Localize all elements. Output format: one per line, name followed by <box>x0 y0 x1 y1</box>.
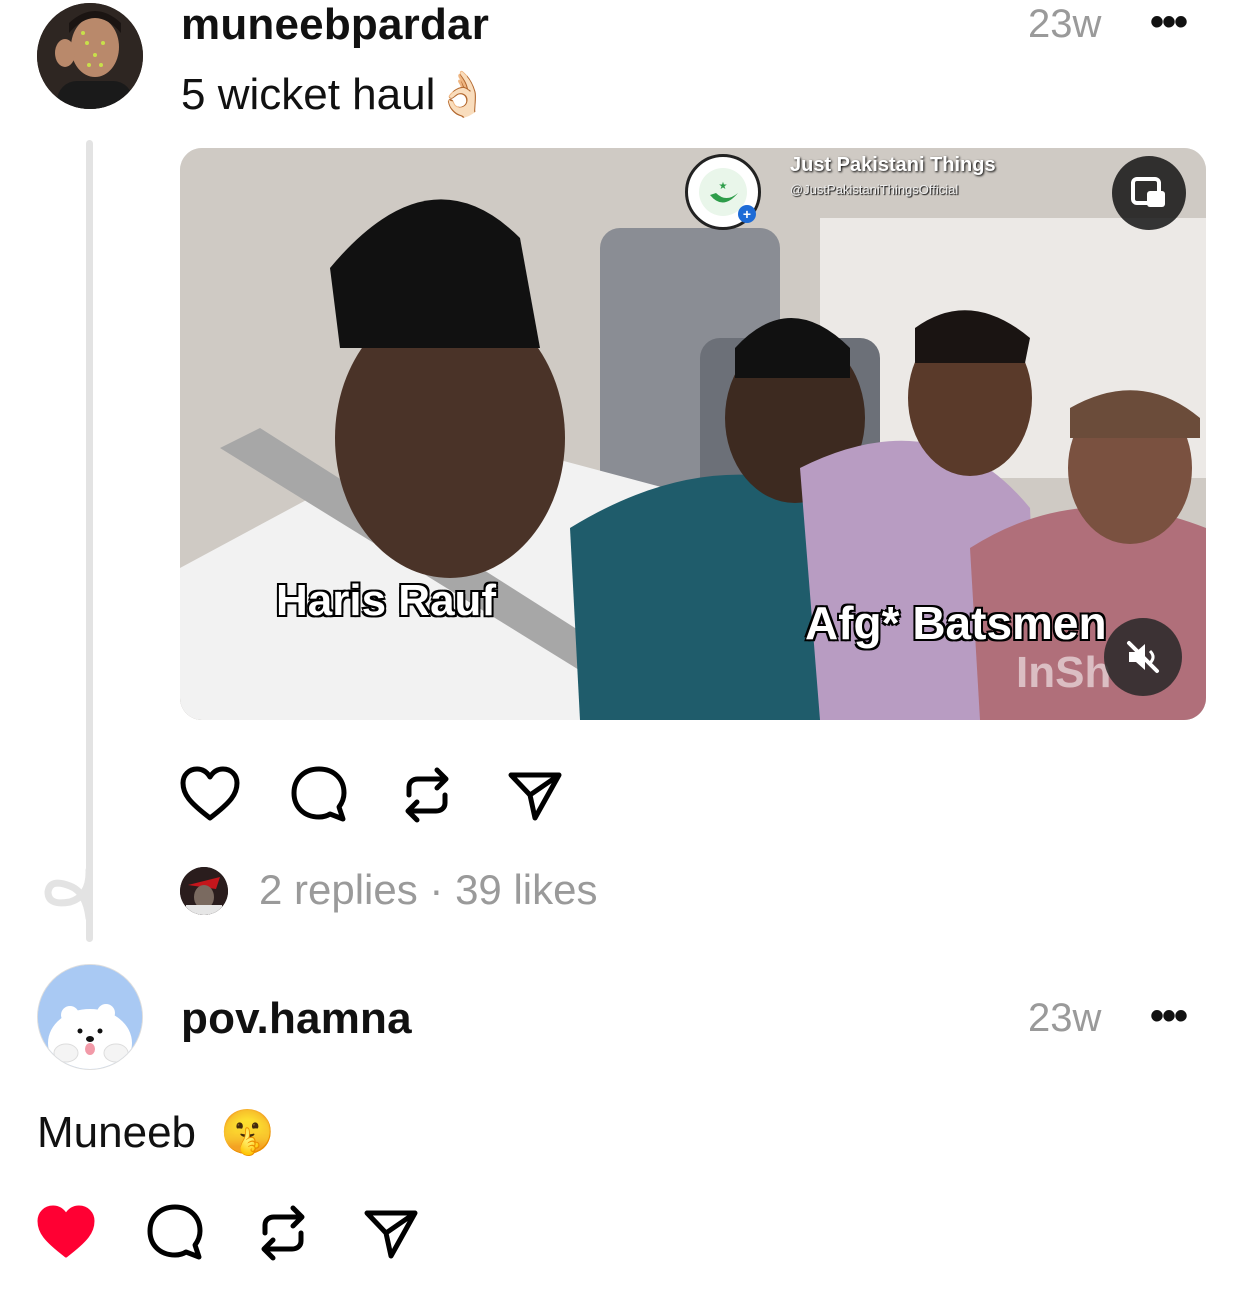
filled-heart-icon <box>37 1205 95 1258</box>
video-label-right: Afg* Batsmen <box>804 596 1108 650</box>
reply-like-button[interactable] <box>34 1200 98 1264</box>
share-icon <box>508 772 562 821</box>
post-timestamp: 23w <box>1028 2 1102 46</box>
repost-icon <box>405 767 449 823</box>
reply-more-options-icon[interactable]: ••• <box>1150 994 1188 1039</box>
comment-button[interactable] <box>287 762 351 826</box>
share-button[interactable] <box>504 764 566 826</box>
video-label-left: Haris Rauf <box>275 575 497 626</box>
svg-text:★: ★ <box>719 181 728 192</box>
muted-speaker-icon <box>1127 641 1159 673</box>
reply-share-button[interactable] <box>360 1202 422 1264</box>
reply-author-username[interactable]: pov.hamna <box>181 994 412 1044</box>
comment-icon <box>147 1204 203 1260</box>
comment-icon <box>291 766 347 822</box>
reply-comment-button[interactable] <box>143 1200 207 1264</box>
reply-repost-button[interactable] <box>252 1202 314 1264</box>
author-avatar[interactable] <box>37 3 143 109</box>
share-icon <box>364 1210 418 1259</box>
picture-in-picture-button[interactable] <box>1112 156 1186 230</box>
repost-icon <box>261 1205 305 1261</box>
watermark-handle: @JustPakistaniThingsOfficial <box>790 182 959 197</box>
watermark-plus-icon: + <box>738 205 756 223</box>
watermark-logo: ★ + <box>685 154 761 230</box>
picture-in-picture-icon <box>1131 177 1165 207</box>
shushing-face-emoji: 🤫 <box>220 1108 276 1157</box>
reply-text: Muneeb 🤫 <box>37 1106 275 1158</box>
replies-likes-count[interactable]: 2 replies · 39 likes <box>259 866 597 914</box>
thread-loop-icon <box>44 866 93 920</box>
author-username[interactable]: muneebpardar <box>181 0 489 50</box>
ok-hand-emoji: 👌🏻 <box>435 70 491 119</box>
reply-timestamp: 23w <box>1028 996 1102 1040</box>
like-button[interactable] <box>178 762 242 826</box>
post-caption: 5 wicket haul👌🏻 <box>181 68 490 120</box>
repost-button[interactable] <box>396 764 458 826</box>
thread-line <box>86 140 93 942</box>
replier-avatar <box>180 867 228 915</box>
corner-watermark: InSh <box>1016 648 1112 697</box>
mute-button[interactable] <box>1104 618 1182 696</box>
more-options-icon[interactable]: ••• <box>1150 0 1188 45</box>
heart-icon <box>180 766 240 821</box>
watermark-name: Just Pakistani Things <box>790 154 996 176</box>
reply-author-avatar[interactable] <box>37 964 143 1070</box>
reply-text-body: Muneeb <box>37 1108 197 1157</box>
caption-text: 5 wicket haul <box>181 70 436 119</box>
post-video[interactable]: ★ + Just Pakistani Things @JustPakistani… <box>180 148 1206 720</box>
